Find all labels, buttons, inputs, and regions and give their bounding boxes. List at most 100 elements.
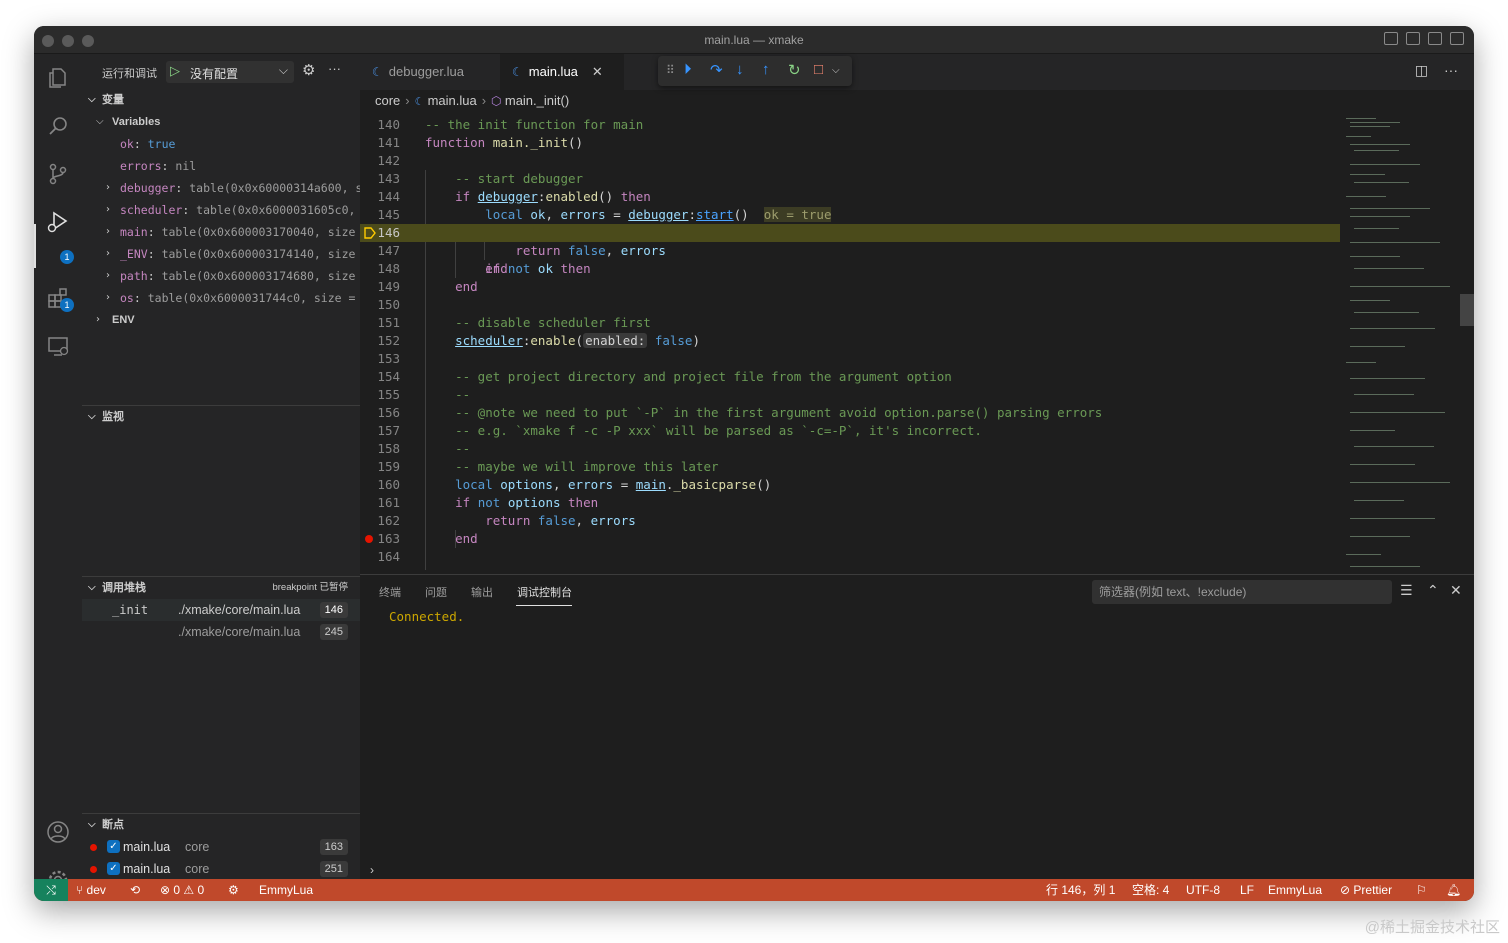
chevron-right-icon: › [106, 182, 110, 193]
prettier-status[interactable]: ⊘ Prettier [1340, 879, 1392, 901]
debug-status-icon[interactable]: ⚙ [228, 879, 239, 901]
watermark: @稀土掘金技术社区 [1364, 919, 1500, 936]
encoding-status[interactable]: UTF-8 [1186, 879, 1220, 901]
breakpoint-enabled-checkbox[interactable]: ✓ [107, 840, 120, 853]
tab-problems[interactable]: 问题 [425, 584, 447, 600]
eol-status[interactable]: LF [1240, 879, 1254, 901]
breakpoint-enabled-checkbox[interactable]: ✓ [107, 862, 120, 875]
sync-icon[interactable]: ⟲ [130, 879, 140, 901]
variable-row-ok[interactable]: ok: true [82, 133, 360, 155]
bottom-panel: 终端 问题 输出 调试控制台 筛选器(例如 text、!exclude) ☰ ⌃… [360, 574, 1474, 879]
layout-controls [1384, 32, 1464, 45]
line-number: 144 [377, 189, 400, 204]
code-editor[interactable]: 140 -- the init function for main 141 func… [360, 116, 1340, 574]
remote-indicator-icon[interactable]: ⤭ [34, 879, 68, 901]
toggle-panel-icon[interactable] [1406, 32, 1420, 45]
breadcrumb-file[interactable]: main.lua [428, 93, 477, 108]
code-text: -- the init function for main [425, 117, 644, 132]
variable-row-errors[interactable]: errors: nil [82, 155, 360, 177]
tab-debug-console[interactable]: 调试控制台 [517, 584, 572, 600]
tab-debugger-lua[interactable]: ☾ debugger.lua [360, 54, 496, 90]
console-filter-input[interactable]: 筛选器(例如 text、!exclude) [1092, 580, 1392, 604]
callstack-section-header[interactable]: ⌵ 调用堆栈 breakpoint 已暂停 [82, 577, 360, 599]
breakpoint-row[interactable]: ✓ main.lua core 163 [82, 836, 360, 858]
variable-row-os[interactable]: › os: table(0x0x6000031744c0, size = … [82, 287, 360, 309]
step-into-icon[interactable]: ↓ [736, 61, 744, 78]
variable-row-scheduler[interactable]: › scheduler: table(0x0x6000031605c0, … [82, 199, 360, 221]
title-bar: main.lua — xmake [34, 26, 1474, 54]
stack-frame-row[interactable]: ./xmake/core/main.lua 245 [82, 621, 360, 643]
problems-status[interactable]: ⊗ 0 ⚠ 0 [160, 879, 204, 901]
customize-layout-icon[interactable] [1450, 32, 1464, 45]
feedback-icon[interactable]: ⚐ [1416, 879, 1427, 901]
more-actions-icon[interactable]: ··· [1444, 62, 1458, 78]
breadcrumb-folder[interactable]: core [375, 93, 400, 108]
more-actions-icon[interactable]: ··· [328, 61, 341, 76]
indentation-status[interactable]: 空格: 4 [1132, 879, 1169, 901]
code-line: 147 return false, errors [360, 242, 1340, 260]
variable-row-debugger[interactable]: › debugger: table(0x0x60000314a600, s… [82, 177, 360, 199]
tab-terminal[interactable]: 终端 [379, 584, 401, 600]
code-line: 153 [360, 350, 1340, 368]
chevron-right-icon: › [481, 93, 487, 108]
step-over-icon[interactable]: ↷ [710, 61, 723, 79]
close-tab-icon[interactable]: ✕ [592, 64, 603, 79]
code-line: 164 [360, 548, 1340, 566]
env-scope-row[interactable]: › ENV [82, 309, 360, 331]
variable-value: true [147, 137, 176, 151]
variables-scope-row[interactable]: ⌵ Variables [82, 111, 360, 133]
continue-icon[interactable]: ⏵ [684, 61, 692, 78]
notifications-bell-icon[interactable]: 🔔︎ [1446, 879, 1461, 901]
variables-section-header[interactable]: ⌵ 变量 [82, 89, 360, 111]
variable-name: debugger [120, 181, 176, 195]
chevron-right-icon: › [405, 93, 410, 108]
tab-output[interactable]: 输出 [471, 584, 493, 600]
search-icon[interactable] [46, 114, 70, 138]
branch-label: dev [86, 883, 106, 897]
maximize-panel-icon[interactable]: ⌃ [1427, 582, 1439, 599]
method-icon: ⬡ [491, 94, 505, 108]
variable-row-main[interactable]: › main: table(0x0x600003170040, size … [82, 221, 360, 243]
breadcrumb-symbol[interactable]: main._init() [505, 93, 569, 108]
breakpoint-dot-icon[interactable] [365, 535, 373, 543]
drag-handle-icon[interactable]: ⠿ [666, 63, 675, 77]
tab-label: main.lua [528, 64, 578, 79]
breakpoint-row[interactable]: ✓ main.lua core 251 [82, 858, 360, 880]
open-launch-json-gear-icon[interactable]: ⚙ [302, 61, 315, 79]
console-prompt-chevron-icon[interactable]: › [370, 863, 374, 877]
step-out-icon[interactable]: ↑ [762, 61, 770, 78]
line-number: 161 [377, 495, 400, 510]
stop-icon[interactable]: □ [814, 61, 823, 78]
variable-row-env[interactable]: › _ENV: table(0x0x600003174140, size … [82, 243, 360, 265]
split-editor-icon[interactable]: ◫ [1415, 62, 1428, 78]
watch-section-header[interactable]: ⌵ 监视 [82, 406, 360, 428]
variable-row-path[interactable]: › path: table(0x0x600003174680, size … [82, 265, 360, 287]
explorer-icon[interactable] [46, 66, 70, 90]
toggle-sidebar-icon[interactable] [1384, 32, 1398, 45]
close-panel-icon[interactable]: ✕ [1450, 582, 1462, 599]
breakpoint-file: main.lua [123, 862, 171, 876]
start-debugging-icon[interactable]: ▷ [170, 63, 180, 79]
minimap[interactable] [1342, 116, 1462, 574]
tab-main-lua[interactable]: ☾ main.lua ✕ [500, 54, 624, 90]
clear-console-icon[interactable]: ☰ [1400, 582, 1413, 599]
editor-scrollbar-thumb[interactable] [1460, 294, 1474, 326]
restart-icon[interactable]: ↻ [788, 61, 801, 79]
lua-file-icon: ☾ [372, 65, 383, 79]
stack-frame-row[interactable]: _init ./xmake/core/main.lua 146 [82, 599, 360, 621]
debug-target-label[interactable]: EmmyLua [259, 879, 313, 901]
remote-explorer-icon[interactable] [46, 334, 70, 358]
chevron-down-icon[interactable]: ⌵ [832, 65, 840, 76]
breakpoints-section-header[interactable]: ⌵ 断点 [82, 814, 360, 836]
accounts-icon[interactable] [46, 820, 70, 844]
source-control-icon[interactable] [46, 162, 70, 186]
language-mode[interactable]: EmmyLua [1268, 879, 1322, 901]
branch-status[interactable]: ⑂ dev [76, 879, 106, 901]
launch-config-select[interactable]: ▷ 没有配置 ⌵ [166, 61, 294, 83]
chevron-down-icon: ⌵ [88, 819, 96, 830]
run-and-debug-icon[interactable] [46, 210, 70, 234]
scope-label: Variables [112, 116, 161, 128]
toggle-secondary-sidebar-icon[interactable] [1428, 32, 1442, 45]
cursor-position[interactable]: 行 146，列 1 [1046, 879, 1115, 901]
chevron-down-icon: ⌵ [88, 411, 96, 422]
